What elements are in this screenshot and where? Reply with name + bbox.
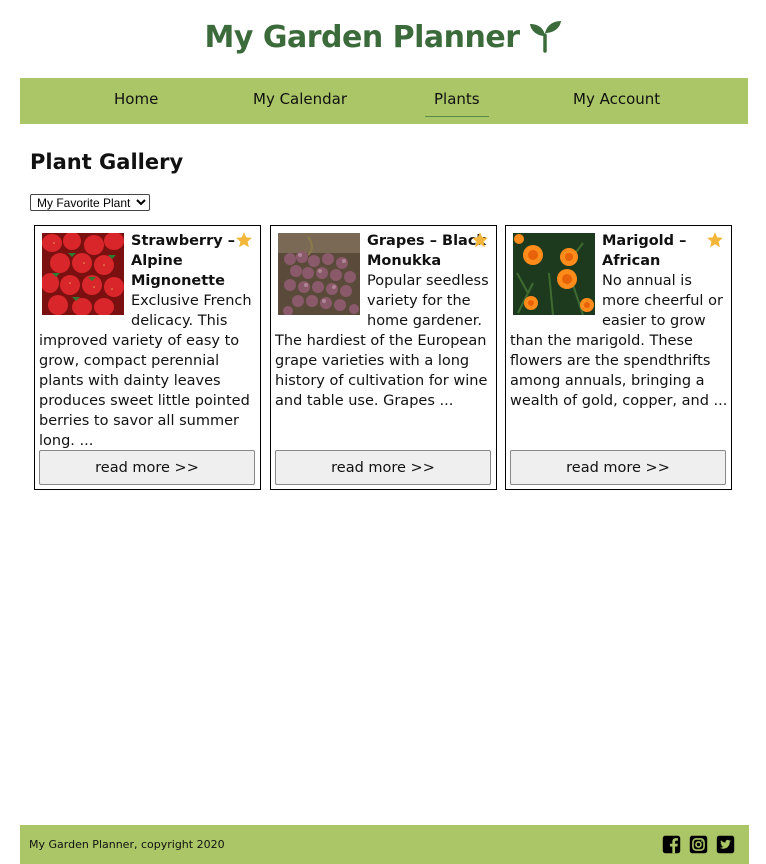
favorite-star-icon[interactable] [471,231,489,249]
read-more-button[interactable]: read more >> [39,450,255,485]
read-more-button[interactable]: read more >> [510,450,726,485]
nav-item-my-account[interactable]: My Account [573,90,660,108]
strawberries-photo[interactable] [42,233,124,315]
site-title: My Garden Planner [0,20,766,55]
favorite-star-icon[interactable] [706,231,724,249]
nav-item-home[interactable]: Home [114,90,158,108]
instagram-icon[interactable] [689,835,708,854]
main-nav: Home My Calendar Plants My Account [20,78,748,124]
copyright-text: My Garden Planner, copyright 2020 [29,838,225,851]
grapes-photo[interactable] [278,233,360,315]
page-title: Plant Gallery [30,150,184,174]
nav-item-my-calendar[interactable]: My Calendar [253,90,347,108]
plant-card: Marigold – African No annual is more che… [505,225,732,490]
facebook-icon[interactable] [662,835,681,854]
site-title-text: My Garden Planner [204,20,520,55]
plant-card: Strawberry – Alpine Mignonette Exclusive… [34,225,261,490]
nav-item-plants[interactable]: Plants [425,90,489,117]
twitter-icon[interactable] [716,835,735,854]
plant-description: Exclusive French delicacy. This improved… [39,293,252,449]
site-footer: My Garden Planner, copyright 2020 [20,825,749,864]
plant-card: Grapes – Black Monukka Popular seedless … [270,225,497,490]
seedling-icon [529,20,561,53]
marigold-photo[interactable] [513,233,595,315]
plant-filter-select[interactable]: My Favorite Plants [30,194,150,211]
read-more-button[interactable]: read more >> [275,450,491,485]
favorite-star-icon[interactable] [235,231,253,249]
